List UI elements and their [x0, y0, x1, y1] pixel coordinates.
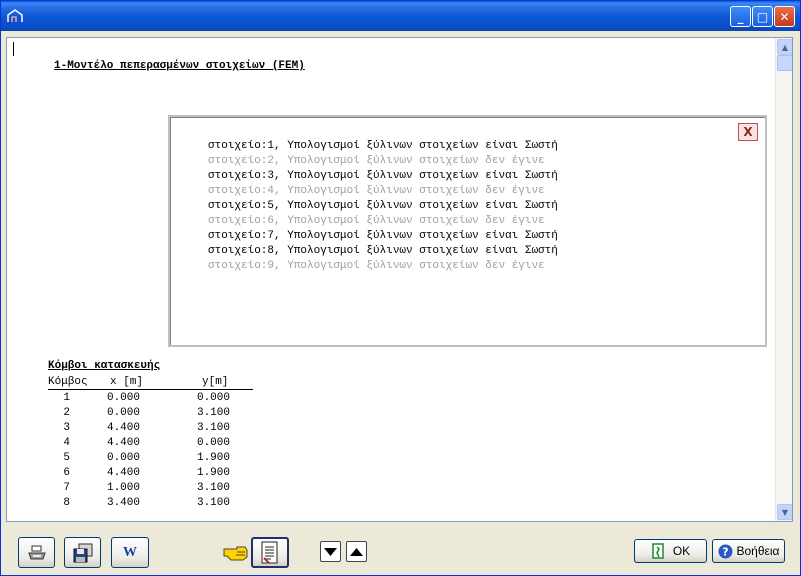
table-row: 5 0.000 1.900 — [48, 451, 253, 466]
node-y-cell: 3.100 — [196, 422, 230, 434]
page-up-button[interactable] — [346, 541, 367, 562]
node-x-cell: 0.000 — [106, 452, 140, 464]
message-line: στοιχείο:4, Υπολογισμοί ξύλινων στοιχείω… — [208, 185, 545, 197]
node-x-cell: 3.400 — [106, 497, 140, 509]
save-button[interactable] — [64, 537, 101, 568]
table-row: 4 4.400 0.000 — [48, 436, 253, 451]
node-id-cell: 7 — [63, 482, 70, 494]
node-x-cell: 4.400 — [106, 467, 140, 479]
title-bar[interactable]: _ □ ✕ — [1, 1, 800, 31]
node-x-cell: 4.400 — [106, 437, 140, 449]
table-row: 3 4.400 3.100 — [48, 421, 253, 436]
close-button[interactable]: ✕ — [774, 6, 795, 27]
table-row: 6 4.400 1.900 — [48, 466, 253, 481]
column-header-y: y[m] — [202, 376, 229, 388]
table-row: 2 0.000 3.100 — [48, 406, 253, 421]
scroll-thumb[interactable] — [777, 55, 792, 71]
triangle-down-icon — [324, 547, 337, 556]
table-row: 1 0.000 0.000 — [48, 391, 253, 406]
triangle-up-icon — [350, 547, 363, 556]
column-header-x: x [m] — [110, 376, 144, 388]
node-x-cell: 0.000 — [106, 407, 140, 419]
svg-text:?: ? — [722, 545, 728, 558]
print-button[interactable] — [18, 537, 55, 568]
help-button[interactable]: ? Βοήθεια — [712, 539, 785, 563]
message-line: στοιχείο:7, Υπολογισμοί ξύλινων στοιχείω… — [208, 230, 558, 242]
column-header-node: Κόμβος — [48, 376, 88, 388]
table-row: 7 1.000 3.100 — [48, 481, 253, 496]
document-area[interactable]: 1-Μοντέλο πεπερασμένων στοιχείων (FEM) X… — [6, 37, 793, 522]
node-y-cell: 3.100 — [196, 497, 230, 509]
pointing-hand-icon — [223, 546, 248, 561]
bottom-toolbar: W OK ? Βοήθεια — [1, 523, 800, 576]
node-x-cell: 1.000 — [106, 482, 140, 494]
message-line: στοιχείο:5, Υπολογισμοί ξύλινων στοιχείω… — [208, 200, 558, 212]
exit-door-icon — [652, 543, 664, 559]
document-title: 1-Μοντέλο πεπερασμένων στοιχείων (FEM) — [54, 60, 305, 72]
help-label: Βοήθεια — [736, 544, 780, 558]
vertical-scrollbar[interactable]: ▲ ▼ — [775, 38, 792, 521]
ok-label: OK — [672, 544, 691, 558]
node-id-cell: 3 — [63, 422, 70, 434]
node-id-cell: 4 — [63, 437, 70, 449]
message-line: στοιχείο:8, Υπολογισμοί ξύλινων στοιχείω… — [208, 245, 558, 257]
node-y-cell: 1.900 — [196, 467, 230, 479]
maximize-button[interactable]: □ — [752, 6, 773, 27]
node-id-cell: 8 — [63, 497, 70, 509]
node-id-cell: 2 — [63, 407, 70, 419]
nodes-table-header: Κόμβος x [m] y[m] — [48, 376, 253, 390]
node-y-cell: 0.000 — [196, 392, 230, 404]
message-lines: στοιχείο:1, Υπολογισμοί ξύλινων στοιχείω… — [208, 139, 558, 274]
nodes-table-body: 1 0.000 0.000 2 0.000 3.100 3 4.400 3.100 4 4.400 0… — [48, 391, 253, 511]
app-window: _ □ ✕ 1-Μοντέλο πεπερασμένων στοιχείων (… — [0, 0, 801, 576]
message-line: στοιχείο:2, Υπολογισμοί ξύλινων στοιχείω… — [208, 155, 545, 167]
node-id-cell: 6 — [63, 467, 70, 479]
message-box: X στοιχείο:1, Υπολογισμοί ξύλινων στοιχε… — [168, 115, 767, 347]
message-line: στοιχείο:3, Υπολογισμοί ξύλινων στοιχείω… — [208, 170, 558, 182]
page-down-button[interactable] — [320, 541, 341, 562]
save-disk-icon — [73, 543, 92, 562]
node-x-cell: 4.400 — [106, 422, 140, 434]
house-outline-icon — [7, 9, 23, 22]
message-line: στοιχείο:9, Υπολογισμοί ξύλινων στοιχείω… — [208, 260, 545, 272]
table-row: 8 3.400 3.100 — [48, 496, 253, 511]
word-export-button[interactable]: W — [111, 537, 149, 568]
node-y-cell: 3.100 — [196, 407, 230, 419]
message-close-button[interactable]: X — [738, 123, 758, 141]
message-line: στοιχείο:6, Υπολογισμοί ξύλινων στοιχείω… — [208, 215, 545, 227]
text-caret — [13, 42, 14, 56]
help-question-icon: ? — [718, 544, 732, 558]
scroll-up-icon[interactable]: ▲ — [777, 39, 792, 55]
message-line: στοιχείο:1, Υπολογισμοί ξύλινων στοιχείω… — [208, 140, 558, 152]
report-button[interactable] — [251, 537, 289, 568]
node-y-cell: 1.900 — [196, 452, 230, 464]
node-y-cell: 0.000 — [196, 437, 230, 449]
printer-icon — [27, 545, 46, 559]
node-id-cell: 5 — [63, 452, 70, 464]
node-x-cell: 0.000 — [106, 392, 140, 404]
minimize-button[interactable]: _ — [730, 6, 751, 27]
report-document-icon — [261, 541, 278, 564]
ok-button[interactable]: OK — [634, 539, 707, 563]
node-id-cell: 1 — [63, 392, 70, 404]
nodes-title: Κόμβοι κατασκευής — [48, 360, 161, 372]
scroll-down-icon[interactable]: ▼ — [777, 504, 792, 520]
node-y-cell: 3.100 — [196, 482, 230, 494]
